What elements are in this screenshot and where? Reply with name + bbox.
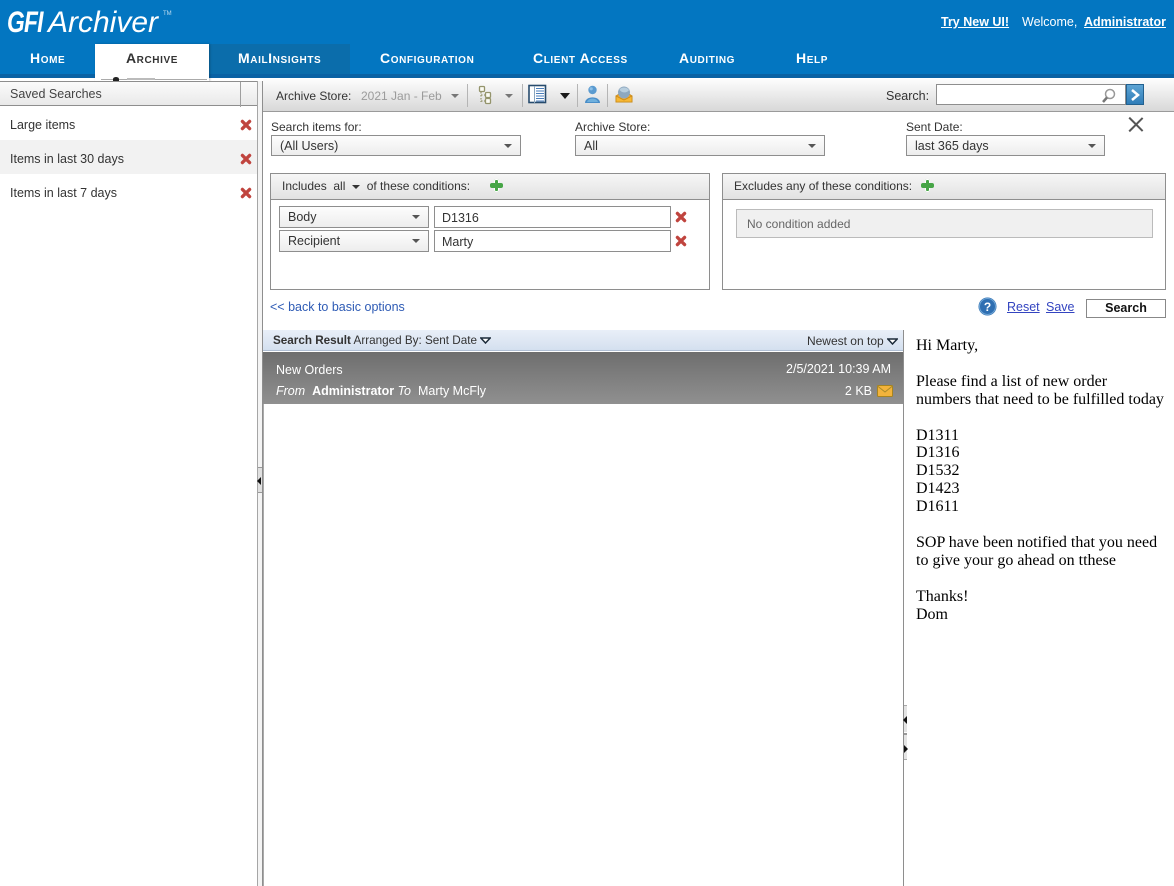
svg-text:?: ? xyxy=(984,300,991,314)
